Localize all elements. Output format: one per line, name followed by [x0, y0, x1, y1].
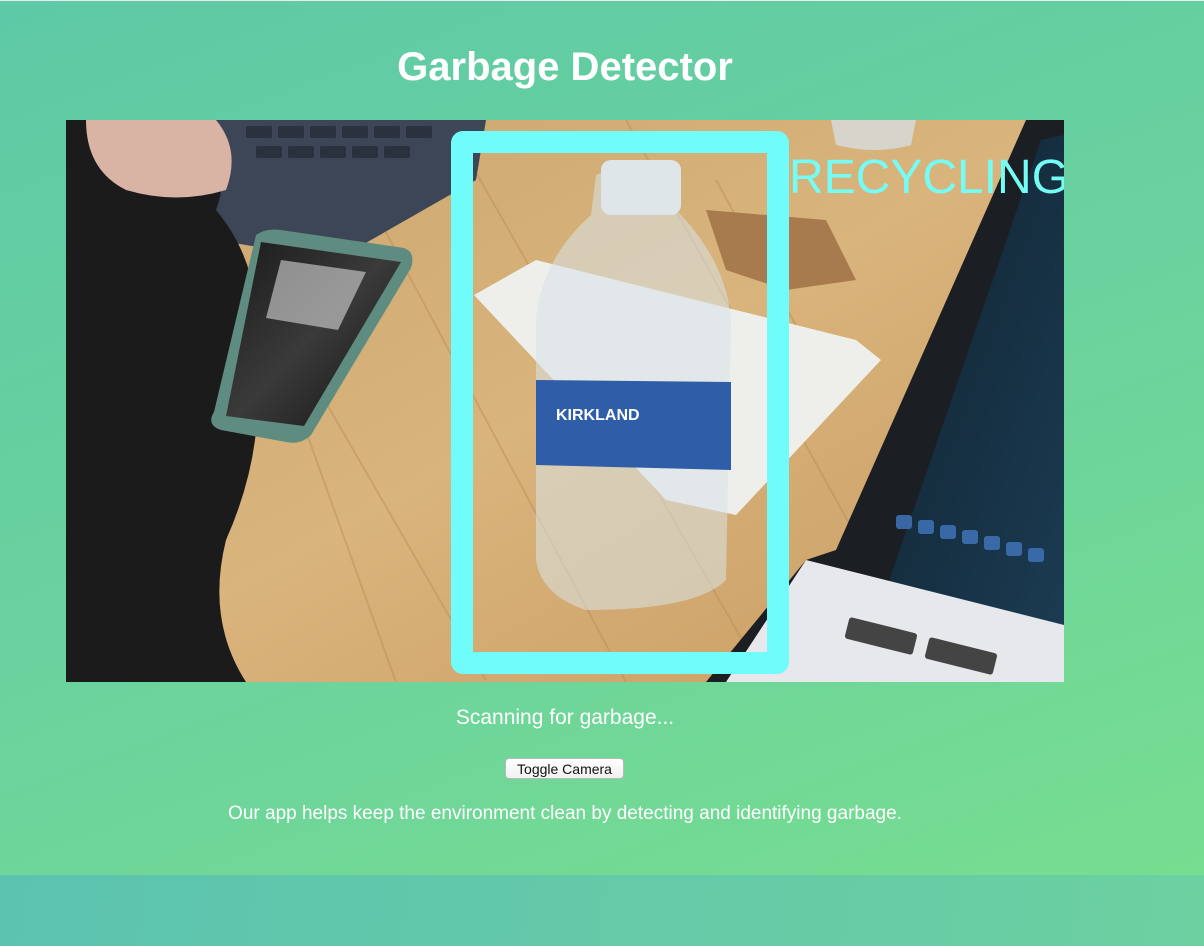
- page-title: Garbage Detector: [397, 45, 733, 89]
- detection-label: RECYCLING: [789, 151, 1064, 204]
- status-text: Scanning for garbage...: [455, 706, 675, 729]
- app-container: Garbage Detector KIRKLAND RECYCLING Scan…: [0, 1, 1204, 875]
- toggle-camera-button[interactable]: Toggle Camera: [505, 758, 624, 779]
- detection-bounding-box: [451, 131, 789, 674]
- page-background-footer: [0, 875, 1204, 946]
- camera-feed: KIRKLAND RECYCLING: [66, 120, 1064, 682]
- app-description: Our app helps keep the environment clean…: [228, 803, 902, 824]
